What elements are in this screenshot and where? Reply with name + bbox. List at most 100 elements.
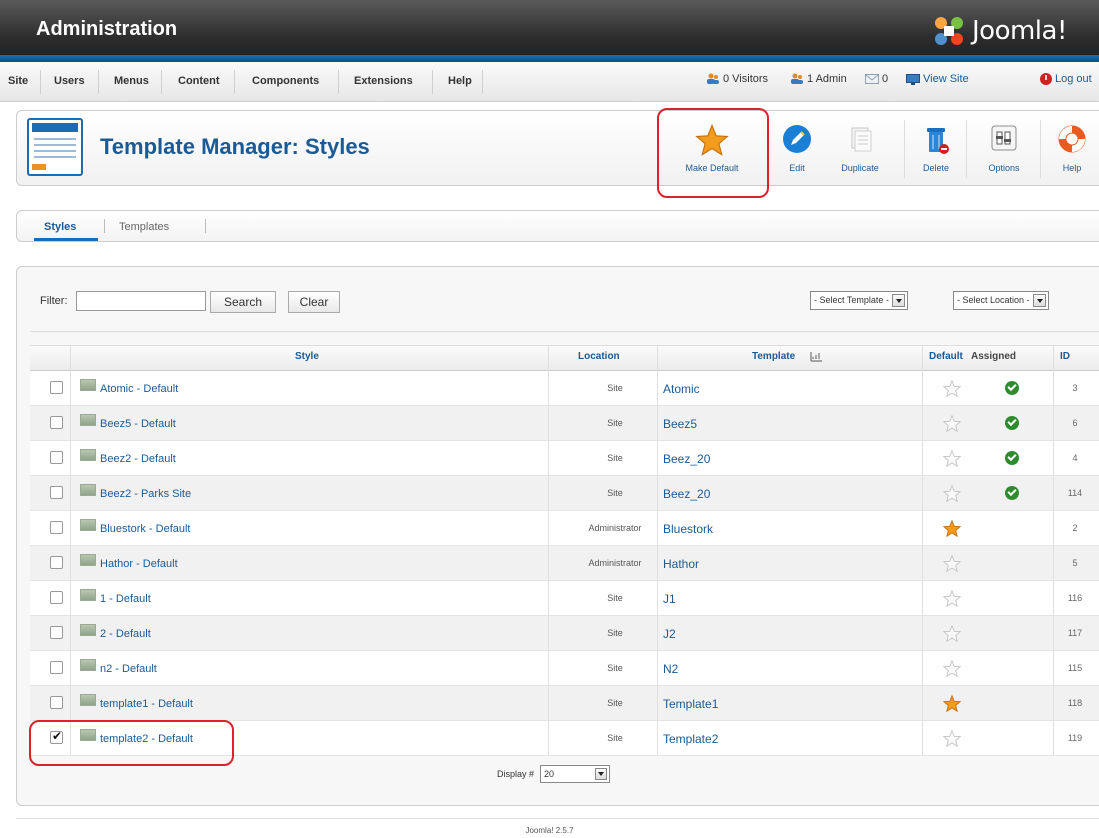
search-button[interactable]: Search: [210, 291, 276, 313]
column-divider: [657, 345, 658, 756]
style-name-link[interactable]: 1 - Default: [100, 593, 151, 605]
menu-content[interactable]: Content: [178, 75, 220, 87]
default-star-icon[interactable]: [943, 590, 961, 607]
template-name-link[interactable]: Template1: [663, 697, 718, 711]
clear-button[interactable]: Clear: [288, 291, 340, 313]
tab-templates[interactable]: Templates: [119, 221, 169, 233]
joomla-logo[interactable]: Joomla!: [932, 14, 1099, 48]
default-star-icon[interactable]: [943, 555, 961, 572]
menu-separator: [338, 70, 339, 94]
row-checkbox[interactable]: [50, 626, 63, 639]
template-name-link[interactable]: Hathor: [663, 557, 699, 571]
style-name-link[interactable]: template1 - Default: [100, 698, 193, 710]
row-checkbox[interactable]: [50, 661, 63, 674]
delete-button[interactable]: Delete: [914, 116, 958, 182]
menu-site[interactable]: Site: [8, 75, 28, 87]
style-name-link[interactable]: Hathor - Default: [100, 558, 178, 570]
filter-divider: [30, 331, 1099, 332]
default-star-active-icon[interactable]: [943, 695, 961, 712]
filter-search-input[interactable]: [76, 291, 206, 311]
tab-styles[interactable]: Styles: [44, 221, 76, 233]
style-name-link[interactable]: 2 - Default: [100, 628, 151, 640]
column-header-default[interactable]: Default: [929, 351, 963, 362]
row-checkbox[interactable]: [50, 696, 63, 709]
joomla-logo-icon: [935, 17, 963, 45]
default-star-icon[interactable]: [943, 380, 961, 397]
style-thumbnail-icon: [80, 554, 96, 566]
template-name-link[interactable]: Beez_20: [663, 487, 710, 501]
users-icon: [707, 73, 719, 85]
style-id: 4: [1072, 453, 1078, 463]
sort-ascending-icon: [810, 352, 822, 362]
duplicate-button[interactable]: Duplicate: [830, 116, 890, 182]
row-checkbox[interactable]: [50, 521, 63, 534]
column-header-location[interactable]: Location: [578, 351, 620, 362]
menu-extensions[interactable]: Extensions: [354, 75, 413, 87]
column-divider: [1053, 345, 1054, 756]
logout-link[interactable]: Log out: [1040, 73, 1099, 86]
edit-button[interactable]: Edit: [774, 116, 820, 182]
template-name-link[interactable]: Bluestork: [663, 522, 713, 536]
menu-separator: [482, 70, 483, 94]
default-star-icon[interactable]: [943, 415, 961, 432]
row-checkbox[interactable]: [50, 591, 63, 604]
menu-help[interactable]: Help: [448, 75, 472, 87]
default-star-icon[interactable]: [943, 625, 961, 642]
toolbar-separator: [904, 120, 905, 178]
row-checkbox[interactable]: [50, 381, 63, 394]
template-name-link[interactable]: J2: [663, 627, 676, 641]
column-divider: [70, 345, 71, 756]
style-name-link[interactable]: Bluestork - Default: [100, 523, 190, 535]
messages-status[interactable]: 0: [865, 73, 888, 85]
select-template-dropdown[interactable]: - Select Template -: [810, 291, 908, 310]
row-checkbox[interactable]: [50, 556, 63, 569]
template-name-link[interactable]: Beez5: [663, 417, 697, 431]
template-name-link[interactable]: Atomic: [663, 382, 700, 396]
row-checkbox[interactable]: [50, 451, 63, 464]
template-name-link[interactable]: Beez_20: [663, 452, 710, 466]
default-star-icon[interactable]: [943, 485, 961, 502]
column-header-style[interactable]: Style: [295, 351, 319, 362]
style-name-link[interactable]: Beez2 - Default: [100, 453, 176, 465]
row-checkbox[interactable]: [50, 416, 63, 429]
display-count-dropdown[interactable]: 20: [540, 765, 610, 783]
style-location: Site: [607, 453, 623, 463]
submenu-tabs: [16, 210, 1099, 242]
style-thumbnail-icon: [80, 449, 96, 461]
delete-label: Delete: [922, 163, 949, 173]
style-id: 5: [1072, 558, 1078, 568]
default-star-icon[interactable]: [943, 450, 961, 467]
help-button[interactable]: Help: [1052, 116, 1092, 182]
menu-menus[interactable]: Menus: [114, 75, 149, 87]
template-name-link[interactable]: J1: [663, 592, 676, 606]
column-header-id[interactable]: ID: [1060, 351, 1070, 362]
trash-icon: [927, 128, 949, 154]
default-star-icon[interactable]: [943, 730, 961, 747]
style-name-link[interactable]: Atomic - Default: [100, 383, 178, 395]
default-star-icon[interactable]: [943, 660, 961, 677]
menu-components[interactable]: Components: [252, 75, 319, 87]
style-thumbnail-icon: [80, 414, 96, 426]
select-location-value: - Select Location -: [957, 295, 1030, 305]
select-location-dropdown[interactable]: - Select Location -: [953, 291, 1049, 310]
lifebuoy-icon: [1058, 125, 1086, 153]
default-star-active-icon[interactable]: [943, 520, 961, 537]
version-footer: Joomla! 2.5.7: [525, 826, 574, 835]
template-name-link[interactable]: N2: [663, 662, 678, 676]
style-name-link[interactable]: Beez2 - Parks Site: [100, 488, 191, 500]
view-site-link[interactable]: View Site: [906, 73, 969, 85]
style-location: Site: [607, 733, 623, 743]
style-name-link[interactable]: n2 - Default: [100, 663, 157, 675]
tab-separator: [205, 219, 206, 233]
template-name-link[interactable]: Template2: [663, 732, 718, 746]
help-label: Help: [1062, 163, 1082, 173]
style-location: Site: [607, 383, 623, 393]
options-button[interactable]: Options: [976, 116, 1032, 182]
toolbar-separator: [1040, 120, 1041, 178]
menu-users[interactable]: Users: [54, 75, 85, 87]
admin-user-icon: [791, 73, 803, 85]
style-name-link[interactable]: Beez5 - Default: [100, 418, 176, 430]
style-thumbnail-icon: [80, 624, 96, 636]
row-checkbox[interactable]: [50, 486, 63, 499]
column-header-template[interactable]: Template: [752, 351, 795, 362]
